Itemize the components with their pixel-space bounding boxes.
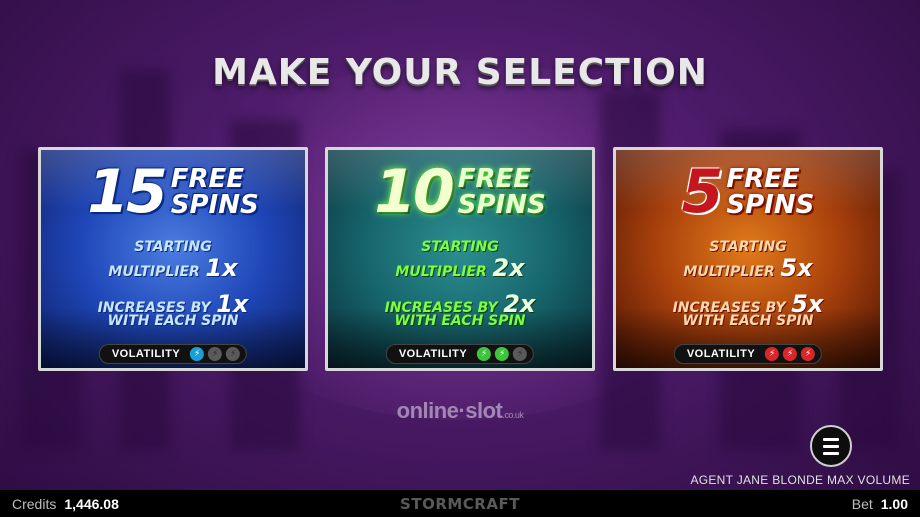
spins-word: SPINS [457, 190, 546, 220]
lightning-bolt-icon: ⚡ [226, 347, 241, 361]
spins-heading: 10 FREE SPINS [328, 162, 592, 222]
lightning-bolt-icon: ⚡ [765, 347, 780, 361]
lightning-bolt-icon: ⚡ [477, 347, 492, 361]
lightning-bolt-icon: ⚡ [513, 347, 528, 361]
free-word: FREE [170, 164, 245, 194]
hamburger-menu-icon [823, 437, 839, 441]
lightning-bolt-icon: ⚡ [801, 347, 816, 361]
volatility-badge: VOLATILITY ⚡ ⚡ ⚡ [673, 344, 823, 364]
each-spin-label: WITH EACH SPIN [394, 313, 526, 329]
spins-number: 5 [681, 157, 724, 227]
lightning-bolt-icon: ⚡ [190, 347, 205, 361]
each-spin-label: WITH EACH SPIN [682, 313, 814, 329]
volatility-badge: VOLATILITY ⚡ ⚡ ⚡ [385, 344, 535, 364]
spins-heading: 5 FREE SPINS [616, 162, 880, 222]
spins-words: FREE SPINS [726, 166, 814, 218]
brand-logo: STORMCRAFT [400, 495, 520, 513]
spins-number: 10 [374, 157, 454, 227]
free-word: FREE [457, 164, 532, 194]
lightning-bolt-icon: ⚡ [208, 347, 223, 361]
starting-label: STARTING [421, 239, 499, 255]
bet-value: 1.00 [880, 496, 908, 512]
multiplier-line: MULTIPLIER 1x [108, 254, 238, 282]
starting-label: STARTING [709, 239, 787, 255]
volatility-label: VOLATILITY [686, 348, 756, 360]
free-spins-option-10[interactable]: 10 FREE SPINS STARTING MULTIPLIER 2x INC… [325, 147, 595, 371]
free-spins-option-15[interactable]: 15 FREE SPINS STARTING MULTIPLIER 1x INC… [38, 147, 308, 371]
spins-words: FREE SPINS [458, 166, 546, 218]
free-spins-option-5[interactable]: 5 FREE SPINS STARTING MULTIPLIER 5x INCR… [613, 147, 883, 371]
spins-number: 15 [87, 157, 167, 227]
spins-heading: 15 FREE SPINS [41, 162, 305, 222]
starting-label: STARTING [134, 239, 212, 255]
footer-bar: Credits 1,446.08 STORMCRAFT Bet 1.00 [0, 490, 920, 517]
spins-word: SPINS [726, 190, 815, 220]
page-title: MAKE YOUR SELECTION [212, 52, 708, 93]
starting-multiplier-value: 2x [492, 254, 525, 282]
volatility-label: VOLATILITY [111, 348, 181, 360]
spins-words: FREE SPINS [171, 166, 259, 218]
volatility-label: VOLATILITY [398, 348, 468, 360]
spins-word: SPINS [170, 190, 259, 220]
starting-multiplier-value: 5x [780, 254, 813, 282]
hamburger-menu-icon [823, 451, 839, 455]
watermark-logo: online·slot.co.uk [396, 398, 524, 423]
multiplier-line: MULTIPLIER 2x [395, 254, 525, 282]
volatility-badge: VOLATILITY ⚡ ⚡ ⚡ [98, 344, 248, 364]
starting-multiplier-value: 1x [205, 254, 238, 282]
bet-label: Bet [851, 496, 873, 512]
game-name: AGENT JANE BLONDE MAX VOLUME [690, 473, 910, 487]
multiplier-line: MULTIPLIER 5x [683, 254, 813, 282]
hamburger-menu-icon [823, 444, 839, 448]
menu-button[interactable] [810, 425, 852, 467]
lightning-bolt-icon: ⚡ [783, 347, 798, 361]
each-spin-label: WITH EACH SPIN [107, 313, 239, 329]
free-word: FREE [726, 164, 800, 194]
lightning-bolt-icon: ⚡ [495, 347, 510, 361]
bet-display: Bet 1.00 [852, 496, 908, 512]
